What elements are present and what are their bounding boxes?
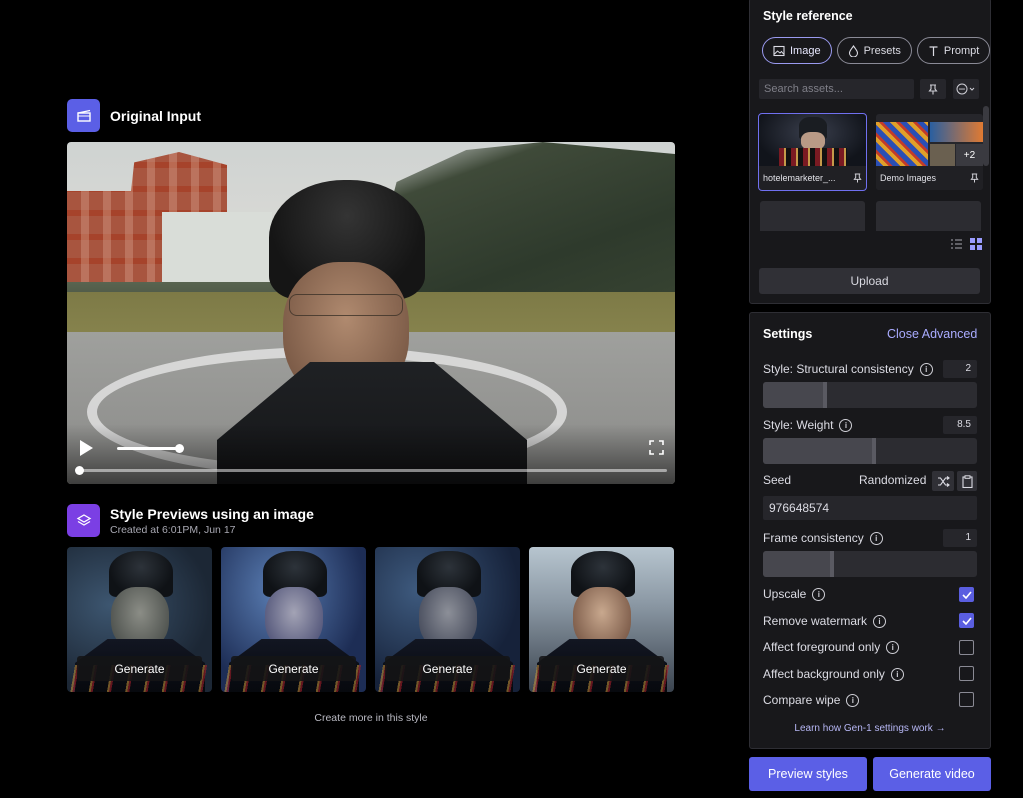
image-icon (773, 45, 785, 56)
affect-foreground-label: Affect foreground only i (763, 640, 900, 654)
more-icon (956, 83, 975, 95)
affect-background-checkbox[interactable] (959, 666, 974, 681)
learn-settings-link[interactable]: Learn how Gen-1 settings work → (763, 723, 977, 734)
info-icon[interactable]: i (839, 418, 853, 432)
play-icon[interactable] (80, 440, 93, 456)
style-previews-header: Style Previews using an image Created at… (67, 504, 314, 537)
shuffle-icon (937, 475, 950, 487)
volume-slider[interactable] (117, 447, 179, 450)
clapperboard-icon (67, 99, 100, 132)
style-weight-value[interactable]: 8.5 (943, 416, 977, 434)
tab-prompt-label: Prompt (943, 44, 980, 57)
tab-presets[interactable]: Presets (836, 37, 912, 64)
copy-seed-button[interactable] (957, 471, 977, 491)
style-preview-card[interactable]: Generate (67, 547, 212, 692)
generate-button[interactable]: Generate (231, 656, 356, 681)
asset-card-placeholder (876, 201, 981, 231)
video-controls (67, 424, 675, 484)
style-preview-grid: Generate Generate Generate Generate (67, 547, 674, 692)
style-previews-timestamp: Created at 6:01PM, Jun 17 (110, 524, 236, 536)
shuffle-seed-button[interactable] (932, 471, 954, 491)
drop-icon (848, 44, 858, 57)
upscale-label: Upscale i (763, 587, 826, 601)
style-previews-title: Style Previews using an image (110, 506, 314, 522)
affect-background-label: Affect background only i (763, 667, 904, 681)
grid-view-icon[interactable] (969, 237, 983, 251)
preview-styles-button[interactable]: Preview styles (749, 757, 867, 791)
list-view-icon[interactable] (950, 238, 963, 250)
asset-card-selected[interactable]: hotelemarketer_... (758, 113, 867, 191)
asset-count-badge: +2 (956, 144, 983, 166)
close-advanced-link[interactable]: Close Advanced (887, 327, 977, 341)
info-icon[interactable]: i (919, 362, 933, 376)
asset-name: Demo Images (880, 173, 937, 183)
tab-presets-label: Presets (863, 44, 901, 57)
upload-button[interactable]: Upload (759, 268, 980, 294)
original-input-header: Original Input (67, 99, 201, 132)
style-weight-slider[interactable] (763, 438, 977, 464)
pin-icon (928, 83, 938, 94)
info-icon[interactable]: i (846, 693, 860, 707)
structural-consistency-slider[interactable] (763, 382, 977, 408)
style-reference-tabs: Image Presets Prompt (762, 37, 991, 64)
structural-consistency-value[interactable]: 2 (943, 360, 977, 378)
pin-icon[interactable] (970, 173, 979, 183)
seed-label: Seed (763, 473, 792, 487)
info-icon[interactable]: i (890, 667, 904, 681)
clipboard-icon (961, 474, 973, 488)
remove-watermark-label: Remove watermark i (763, 614, 887, 628)
structural-consistency-label: Style: Structural consistency i (763, 362, 933, 376)
generate-button[interactable]: Generate (77, 656, 202, 681)
info-icon[interactable]: i (873, 614, 887, 628)
info-icon[interactable]: i (869, 531, 883, 545)
frame-consistency-slider[interactable] (763, 551, 977, 577)
asset-scrollbar[interactable] (983, 106, 989, 166)
checkmark-icon (961, 616, 972, 625)
info-icon[interactable]: i (812, 587, 826, 601)
style-preview-card[interactable]: Generate (375, 547, 520, 692)
create-more-link[interactable]: Create more in this style (67, 712, 675, 724)
fullscreen-icon[interactable] (649, 440, 664, 455)
info-icon[interactable]: i (886, 640, 900, 654)
asset-card-placeholder (760, 201, 865, 231)
asset-search-input[interactable]: Search assets... (759, 79, 914, 99)
compare-wipe-label: Compare wipe i (763, 693, 860, 707)
style-preview-card[interactable]: Generate (221, 547, 366, 692)
seed-input[interactable]: 976648574 (763, 496, 977, 520)
style-reference-title: Style reference (763, 9, 853, 23)
frame-consistency-label: Frame consistency i (763, 531, 883, 545)
asset-card-folder[interactable]: +2 Demo Images (876, 114, 983, 190)
settings-title: Settings (763, 327, 813, 341)
generate-button[interactable]: Generate (385, 656, 510, 681)
upscale-checkbox[interactable] (959, 587, 974, 602)
generate-video-button[interactable]: Generate video (873, 757, 991, 791)
compare-wipe-checkbox[interactable] (959, 692, 974, 707)
video-player[interactable] (67, 142, 675, 484)
generate-button[interactable]: Generate (539, 656, 664, 681)
affect-foreground-checkbox[interactable] (959, 640, 974, 655)
original-input-title: Original Input (110, 107, 201, 124)
remove-watermark-checkbox[interactable] (959, 613, 974, 628)
pin-icon[interactable] (853, 173, 862, 183)
style-preview-card[interactable]: Generate (529, 547, 674, 692)
style-weight-label: Style: Weight i (763, 418, 853, 432)
tab-image[interactable]: Image (762, 37, 832, 64)
video-progress-bar[interactable] (78, 469, 667, 472)
checkmark-icon (961, 590, 972, 599)
volume-knob[interactable] (175, 444, 184, 453)
pin-filter-button[interactable] (920, 79, 946, 99)
more-options-button[interactable] (953, 79, 979, 99)
tab-image-label: Image (790, 44, 821, 57)
video-progress-knob[interactable] (75, 466, 84, 475)
frame-consistency-value[interactable]: 1 (943, 529, 977, 547)
layers-icon (67, 504, 100, 537)
seed-mode-label: Randomized (859, 473, 927, 487)
text-icon (929, 45, 938, 56)
tab-prompt[interactable]: Prompt (916, 37, 991, 64)
asset-name: hotelemarketer_... (763, 173, 836, 183)
